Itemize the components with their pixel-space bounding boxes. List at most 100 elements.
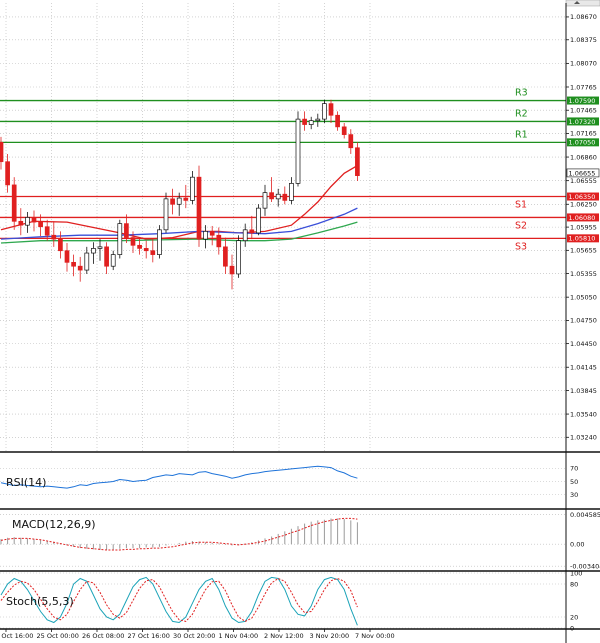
- rsi-axis: 70 50 30: [570, 465, 578, 500]
- candle-body: [150, 250, 156, 255]
- level-label-s1: S1: [515, 200, 527, 211]
- price-tick-label: 1.04450: [570, 340, 597, 348]
- price-tick-label: 1.08070: [570, 60, 597, 68]
- stoch-tick-label: 80: [570, 580, 578, 588]
- price-tick-label: 1.04145: [570, 364, 597, 372]
- time-tick-label: 25 Oct 00:00: [37, 632, 79, 640]
- time-tick-label: 26 Oct 08:00: [82, 632, 124, 640]
- candle-body: [262, 192, 268, 209]
- chart-canvas: R31.07590R21.07320R11.07050S11.06350S21.…: [0, 0, 600, 643]
- candle-body: [44, 226, 50, 236]
- candle-body: [190, 176, 195, 201]
- macd-tick-label: 0.004585: [570, 511, 600, 519]
- candle-body: [163, 198, 169, 231]
- candle-body: [0, 141, 4, 163]
- price-tick-label: 1.03240: [570, 434, 597, 442]
- candle-body: [91, 248, 96, 254]
- rsi-title: RSI(14): [6, 476, 46, 489]
- candle-body: [196, 176, 202, 240]
- price-tick-label: 1.05050: [570, 293, 597, 301]
- macd-tick-label: 0.00: [570, 541, 584, 549]
- chart-scroll-button[interactable]: [565, 0, 600, 7]
- candle-body: [236, 240, 241, 275]
- candle-body: [355, 147, 360, 176]
- candle-body: [256, 207, 261, 234]
- stoch-tick-label: 20: [570, 613, 578, 621]
- candle-body: [242, 229, 248, 242]
- candle-body: [203, 231, 208, 240]
- current-price-label: 1.06655: [569, 169, 596, 177]
- candle-body: [117, 223, 123, 255]
- price-tick-label: 1.08670: [570, 13, 597, 21]
- macd-title: MACD(12,26,9): [12, 518, 96, 531]
- candle-body: [223, 246, 228, 267]
- price-tick-label: 1.04750: [570, 317, 597, 325]
- candle-body: [183, 197, 189, 201]
- rsi-tick-label: 50: [570, 478, 578, 486]
- candle-body: [308, 120, 314, 125]
- price-tick-label: 1.05955: [570, 223, 597, 231]
- candle-body: [31, 217, 37, 223]
- candle-body: [328, 103, 334, 116]
- price-tick-label: 1.07165: [570, 130, 597, 138]
- time-tick-label: 27 Oct 16:00: [128, 632, 170, 640]
- candle-body: [322, 103, 327, 120]
- price-tick-label: 1.05355: [570, 270, 597, 278]
- candle-body: [341, 126, 347, 135]
- level-label-r1: R1: [515, 129, 528, 140]
- price-tick-label: 1.08375: [570, 36, 597, 44]
- candle-body: [38, 221, 43, 228]
- level-label-r3: R3: [515, 88, 528, 99]
- candle-body: [5, 161, 10, 186]
- price-tick-label: 1.03540: [570, 410, 597, 418]
- candle-body: [104, 246, 109, 267]
- candle-body: [269, 192, 274, 200]
- price-tick-label: 1.05655: [570, 247, 597, 255]
- level-price-label-r2: 1.07320: [569, 118, 596, 126]
- candle-body: [124, 223, 129, 238]
- level-price-label-s3: 1.05810: [569, 235, 596, 243]
- candle-body: [348, 134, 354, 149]
- level-label-s2: S2: [515, 220, 527, 231]
- candle-body: [157, 229, 162, 255]
- candle-body: [130, 237, 136, 246]
- candle-body: [282, 193, 288, 201]
- candle-body: [64, 250, 70, 263]
- time-tick-label: 2 Nov 12:00: [264, 632, 304, 640]
- time-tick-label: 30 Oct 20:00: [173, 632, 215, 640]
- candle-body: [25, 217, 30, 226]
- rsi-tick-label: 70: [570, 465, 578, 473]
- level-label-s3: S3: [515, 241, 527, 252]
- candle-body: [315, 118, 321, 122]
- price-tick-label: 1.07765: [570, 83, 597, 91]
- level-label-r2: R2: [515, 108, 528, 119]
- level-price-label-r3: 1.07590: [569, 97, 596, 105]
- price-tick-label: 1.06860: [570, 153, 597, 161]
- candle-body: [77, 265, 83, 271]
- chart-background: [0, 0, 600, 643]
- price-tick-label: 1.07465: [570, 107, 597, 115]
- candle-body: [11, 184, 17, 222]
- time-tick-label: 24 Oct 16:00: [0, 632, 33, 640]
- candle-body: [18, 220, 24, 226]
- level-price-label-s2: 1.06080: [569, 214, 596, 222]
- candle-body: [302, 118, 307, 125]
- level-price-label-r1: 1.07050: [569, 139, 596, 147]
- stoch-title: Stoch(5,5,3): [6, 595, 74, 608]
- candle-body: [209, 231, 215, 236]
- candle-body: [58, 238, 63, 252]
- candle-body: [216, 234, 222, 248]
- candle-body: [143, 248, 149, 252]
- candle-body: [229, 265, 235, 275]
- rsi-tick-label: 30: [570, 491, 578, 499]
- price-tick-label: 1.06555: [570, 177, 597, 185]
- candle-body: [335, 114, 340, 128]
- candle-body: [176, 197, 182, 205]
- candle-body: [249, 229, 255, 234]
- candle-body: [51, 234, 57, 240]
- time-tick-label: 1 Nov 04:00: [219, 632, 259, 640]
- price-tick-label: 1.06250: [570, 201, 597, 209]
- candle-body: [97, 246, 103, 249]
- time-tick-label: 3 Nov 20:00: [310, 632, 350, 640]
- candle-body: [71, 261, 76, 267]
